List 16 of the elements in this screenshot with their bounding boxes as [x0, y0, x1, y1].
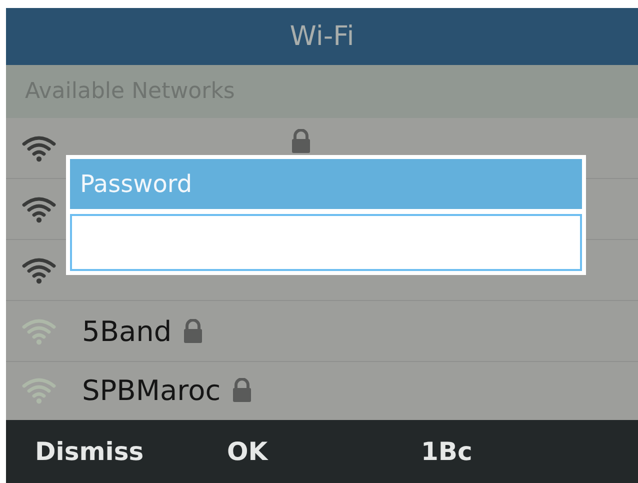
softkey-button[interactable]: Dismiss [35, 437, 227, 466]
window-title: Wi-Fi [6, 8, 638, 65]
dialog-title: Password [70, 159, 582, 209]
wifi-signal-icon [22, 195, 56, 223]
softkey-button[interactable]: 1Bc [421, 437, 615, 466]
wifi-signal-icon [22, 376, 56, 404]
password-field[interactable] [70, 214, 582, 271]
wifi-signal-icon [22, 256, 56, 284]
network-name: 5Band [82, 314, 172, 348]
network-name: SPBMaroc [82, 374, 221, 406]
lock-icon [182, 319, 204, 343]
lock-icon [290, 129, 312, 153]
wifi-signal-icon [22, 134, 56, 162]
lock-icon [230, 378, 253, 402]
softkey-button[interactable]: OK [227, 437, 421, 466]
wifi-signal-icon [22, 317, 56, 345]
